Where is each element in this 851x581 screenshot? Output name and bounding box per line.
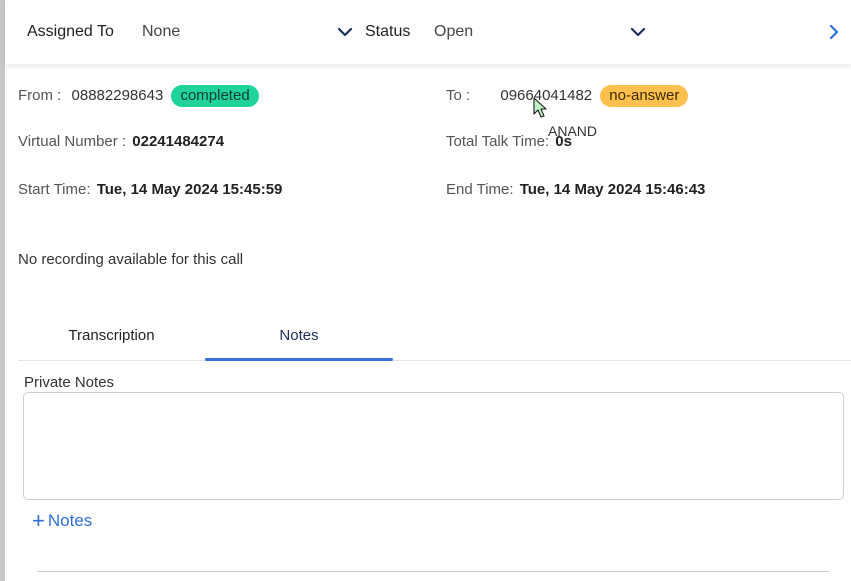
start-time-row: Start Time: Tue, 14 May 2024 15:45:59 [18, 181, 282, 198]
virtual-number-label: Virtual Number : [18, 133, 127, 150]
virtual-number-value: 02241484274 [132, 133, 225, 150]
call-status-badge: no-answer [600, 85, 689, 107]
status-label: Status [365, 23, 411, 40]
talk-time-row: Total Talk Time: 0s [446, 133, 572, 150]
status-select[interactable]: Open [434, 23, 473, 41]
start-time-label: Start Time: [18, 181, 91, 198]
add-notes-label: Notes [47, 511, 93, 530]
active-tab-indicator [205, 358, 393, 361]
tab-notes-label: Notes [279, 326, 319, 344]
chevron-right-icon[interactable] [825, 24, 843, 40]
divider [38, 571, 829, 572]
end-time-value: Tue, 14 May 2024 15:46:43 [519, 181, 706, 198]
to-row: To : 09664041482 no-answer [446, 85, 689, 107]
mouse-cursor-icon [533, 97, 547, 118]
from-label: From : [18, 86, 62, 104]
assigned-to-select[interactable]: None [142, 23, 180, 41]
from-row: From : 08882298643 completed [18, 85, 259, 107]
call-details: From : 08882298643 completed To : 096640… [5, 64, 851, 581]
chevron-down-icon[interactable] [336, 24, 354, 40]
private-notes-label: Private Notes [24, 374, 115, 391]
assigned-to-label: Assigned To [27, 23, 114, 40]
talk-time-value: 0s [555, 133, 572, 150]
from-number: 08882298643 [71, 86, 164, 104]
private-notes-textarea[interactable] [23, 392, 844, 500]
tab-notes[interactable]: Notes [205, 310, 393, 361]
recording-message: No recording available for this call [18, 251, 244, 268]
chevron-down-icon[interactable] [629, 24, 647, 40]
add-notes-button[interactable]: + Notes [32, 508, 93, 533]
call-status-badge: completed [171, 85, 259, 107]
ticket-header-bar: Assigned To None Status Open [5, 0, 851, 64]
end-time-row: End Time: Tue, 14 May 2024 15:46:43 [446, 181, 705, 198]
plus-icon: + [32, 508, 45, 533]
virtual-number-row: Virtual Number : 02241484274 [18, 133, 224, 150]
tab-transcription[interactable]: Transcription [18, 310, 205, 360]
end-time-label: End Time: [446, 181, 514, 198]
to-label: To : [446, 86, 471, 104]
tab-bar: Transcription Notes [18, 310, 851, 361]
start-time-value: Tue, 14 May 2024 15:45:59 [96, 181, 283, 198]
talk-time-label: Total Talk Time: [446, 133, 550, 150]
